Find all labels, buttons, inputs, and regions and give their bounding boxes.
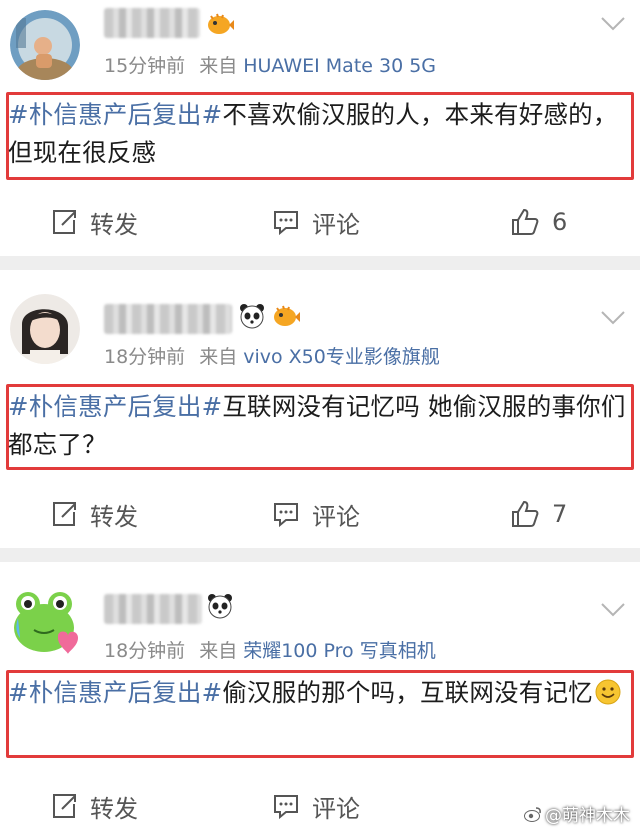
post-content: #朴信惠产后复出#偷汉服的那个吗，互联网没有记忆	[8, 674, 628, 712]
repost-button[interactable]: 转发	[50, 494, 138, 534]
hashtag-link[interactable]: #朴信惠产后复出#	[8, 392, 222, 421]
hashtag-link[interactable]: #朴信惠产后复出#	[8, 678, 222, 707]
comment-button[interactable]: 评论	[272, 494, 360, 534]
comment-icon	[274, 503, 298, 528]
like-count: 6	[552, 208, 568, 236]
watermark-text: @萌神木木	[545, 806, 630, 826]
like-button[interactable]: 6	[510, 202, 567, 242]
like-count: 7	[552, 500, 568, 528]
repost-button[interactable]: 转发	[50, 786, 138, 826]
action-bar: 转发 评论 7	[0, 494, 640, 534]
avatar[interactable]	[10, 588, 80, 658]
like-button[interactable]: 7	[510, 494, 567, 534]
comment-icon	[274, 211, 298, 236]
chevron-down-icon[interactable]	[600, 310, 626, 326]
post-meta: 18分钟前 来自 荣耀100 Pro 写真相机	[104, 636, 436, 663]
source-prefix: 来自	[199, 55, 238, 77]
hashtag-link[interactable]: #朴信惠产后复出#	[8, 100, 222, 129]
comment-button[interactable]: 评论	[272, 202, 360, 242]
panda-emoji	[238, 302, 266, 330]
thumbs-up-icon	[512, 208, 539, 235]
source-prefix: 来自	[199, 640, 238, 662]
smile-emoji	[595, 679, 621, 705]
post-time: 18分钟前	[104, 346, 186, 368]
repost-icon	[53, 502, 76, 526]
divider	[0, 256, 640, 270]
comment-button[interactable]: 评论	[272, 786, 360, 826]
device-link[interactable]: 荣耀100 Pro 写真相机	[243, 640, 436, 662]
divider	[0, 548, 640, 562]
thumbs-up-icon	[512, 500, 539, 527]
repost-button[interactable]: 转发	[50, 202, 138, 242]
post-meta: 18分钟前 来自 vivo X50专业影像旗舰	[104, 342, 440, 369]
repost-label: 转发	[90, 502, 138, 531]
pufferfish-emoji	[272, 302, 300, 330]
post-content: #朴信惠产后复出#互联网没有记忆吗 她偷汉服的事你们都忘了？	[8, 388, 628, 464]
source-prefix: 来自	[199, 346, 238, 368]
repost-label: 转发	[90, 210, 138, 239]
username[interactable]	[104, 304, 232, 334]
comment-icon	[274, 795, 298, 820]
pufferfish-emoji	[206, 10, 234, 38]
post-meta: 15分钟前 来自 HUAWEI Mate 30 5G	[104, 51, 436, 78]
post-3: 18分钟前 来自 荣耀100 Pro 写真相机 #朴信惠产后复出#偷汉服的那个吗，互…	[0, 562, 640, 832]
post-time: 18分钟前	[104, 640, 186, 662]
comment-label: 评论	[312, 794, 360, 823]
device-link[interactable]: HUAWEI Mate 30 5G	[243, 55, 436, 77]
weibo-logo-icon	[524, 806, 541, 822]
username[interactable]	[104, 8, 200, 38]
post-content: #朴信惠产后复出#不喜欢偷汉服的人，本来有好感的，但现在很反感	[8, 96, 628, 172]
repost-label: 转发	[90, 794, 138, 823]
post-1: 15分钟前 来自 HUAWEI Mate 30 5G #朴信惠产后复出#不喜欢偷汉服…	[0, 0, 640, 256]
avatar[interactable]	[10, 10, 80, 80]
avatar[interactable]	[10, 294, 80, 364]
device-link[interactable]: vivo X50专业影像旗舰	[243, 346, 440, 368]
watermark: @萌神木木	[524, 801, 630, 826]
username[interactable]	[104, 594, 202, 624]
repost-icon	[53, 210, 76, 234]
chevron-down-icon[interactable]	[600, 16, 626, 32]
repost-icon	[53, 794, 76, 818]
post-2: 18分钟前 来自 vivo X50专业影像旗舰 #朴信惠产后复出#互联网没有记忆吗 …	[0, 270, 640, 548]
post-time: 15分钟前	[104, 55, 186, 77]
post-text: 偷汉服的那个吗，互联网没有记忆	[222, 678, 593, 707]
comment-label: 评论	[312, 210, 360, 239]
comment-label: 评论	[312, 502, 360, 531]
action-bar: 转发 评论 6	[0, 202, 640, 242]
panda-emoji	[206, 592, 234, 620]
chevron-down-icon[interactable]	[600, 602, 626, 618]
